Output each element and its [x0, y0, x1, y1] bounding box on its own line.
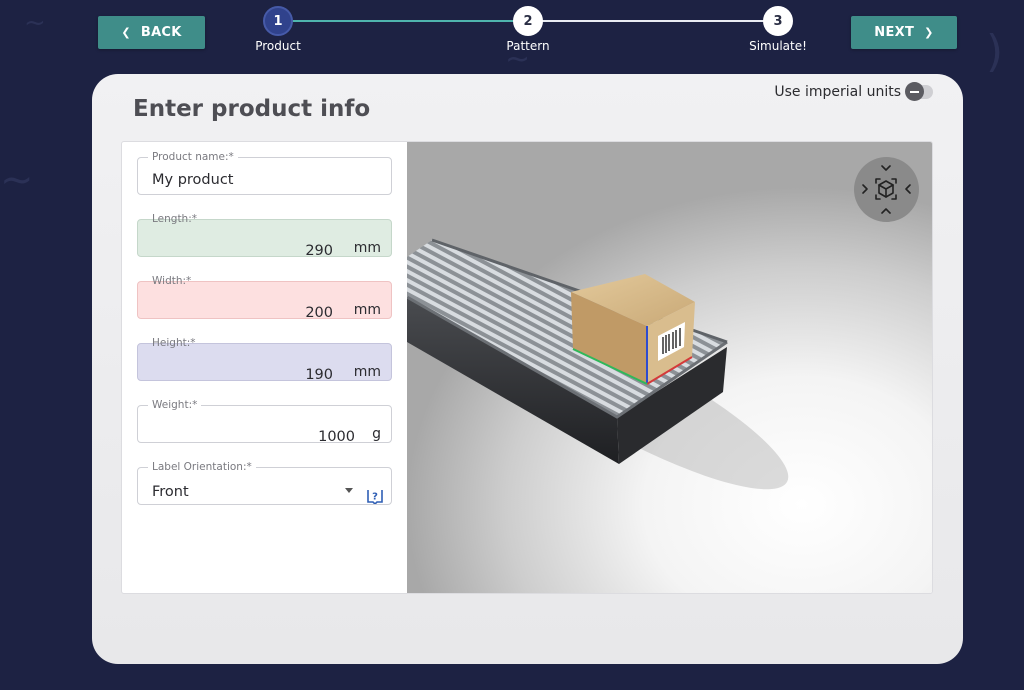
view-cube-navigator[interactable]: [854, 157, 919, 222]
step-product[interactable]: 1 Product: [238, 6, 318, 53]
length-input[interactable]: 290: [305, 243, 333, 259]
step-label: Simulate!: [749, 39, 807, 53]
next-button-label: NEXT: [874, 25, 915, 40]
step-number: 2: [513, 6, 543, 36]
caret-down-icon: [345, 488, 353, 493]
step-label: Pattern: [506, 39, 550, 53]
weight-label: Weight:*: [148, 398, 202, 412]
back-button-label: BACK: [140, 25, 182, 40]
imperial-units-toggle-row: Use imperial units: [774, 82, 933, 101]
label-orientation-value: Front: [152, 484, 189, 500]
width-label: Width:*: [152, 275, 192, 287]
chevron-left-icon: ❮: [121, 26, 131, 39]
product-form: Product name:* My product Length:* 290 m…: [122, 142, 407, 593]
height-unit: mm: [353, 364, 381, 380]
width-field[interactable]: Width:* 200 mm: [137, 275, 392, 321]
svg-text:?: ?: [372, 492, 378, 503]
back-button[interactable]: ❮ BACK: [98, 16, 205, 49]
product-name-label: Product name:*: [148, 150, 238, 164]
background-decoration: ~: [0, 157, 34, 203]
width-unit: mm: [353, 302, 381, 318]
length-label: Length:*: [152, 213, 198, 225]
width-input[interactable]: 200: [305, 305, 333, 321]
background-decoration: ~: [24, 8, 46, 38]
product-name-field[interactable]: Product name:* My product: [137, 150, 392, 195]
product-info-card: Enter product info Use imperial units Pr…: [92, 74, 963, 664]
step-number: 3: [763, 6, 793, 36]
product-3d-viewport[interactable]: [407, 142, 932, 593]
height-label: Height:*: [152, 337, 196, 349]
step-label: Product: [255, 39, 301, 53]
weight-unit: g: [372, 426, 381, 442]
step-number: 1: [263, 6, 293, 36]
weight-input[interactable]: 1000: [318, 429, 355, 445]
height-input[interactable]: 190: [305, 367, 333, 383]
imperial-units-label: Use imperial units: [774, 84, 901, 100]
view-cube-icon: [862, 165, 911, 214]
product-name-input[interactable]: My product: [152, 172, 233, 188]
help-icon[interactable]: ?: [366, 487, 384, 504]
background-decoration: ): [986, 26, 1004, 77]
product-content-panel: Product name:* My product Length:* 290 m…: [121, 141, 933, 594]
weight-field[interactable]: Weight:* 1000 g: [137, 398, 392, 445]
label-orientation-select[interactable]: Label Orientation:* Front ?: [137, 460, 392, 505]
step-pattern[interactable]: 2 Pattern: [488, 6, 568, 53]
next-button[interactable]: NEXT ❯: [851, 16, 957, 49]
height-field[interactable]: Height:* 190 mm: [137, 337, 392, 383]
minus-icon: [905, 82, 924, 101]
length-field[interactable]: Length:* 290 mm: [137, 213, 392, 259]
label-orientation-label: Label Orientation:*: [148, 460, 256, 474]
chevron-right-icon: ❯: [924, 26, 934, 39]
step-simulate[interactable]: 3 Simulate!: [738, 6, 818, 53]
progress-stepper: 1 Product 2 Pattern 3 Simulate!: [240, 6, 820, 56]
length-unit: mm: [353, 240, 381, 256]
imperial-units-toggle[interactable]: [905, 82, 933, 101]
page-title: Enter product info: [133, 96, 371, 122]
